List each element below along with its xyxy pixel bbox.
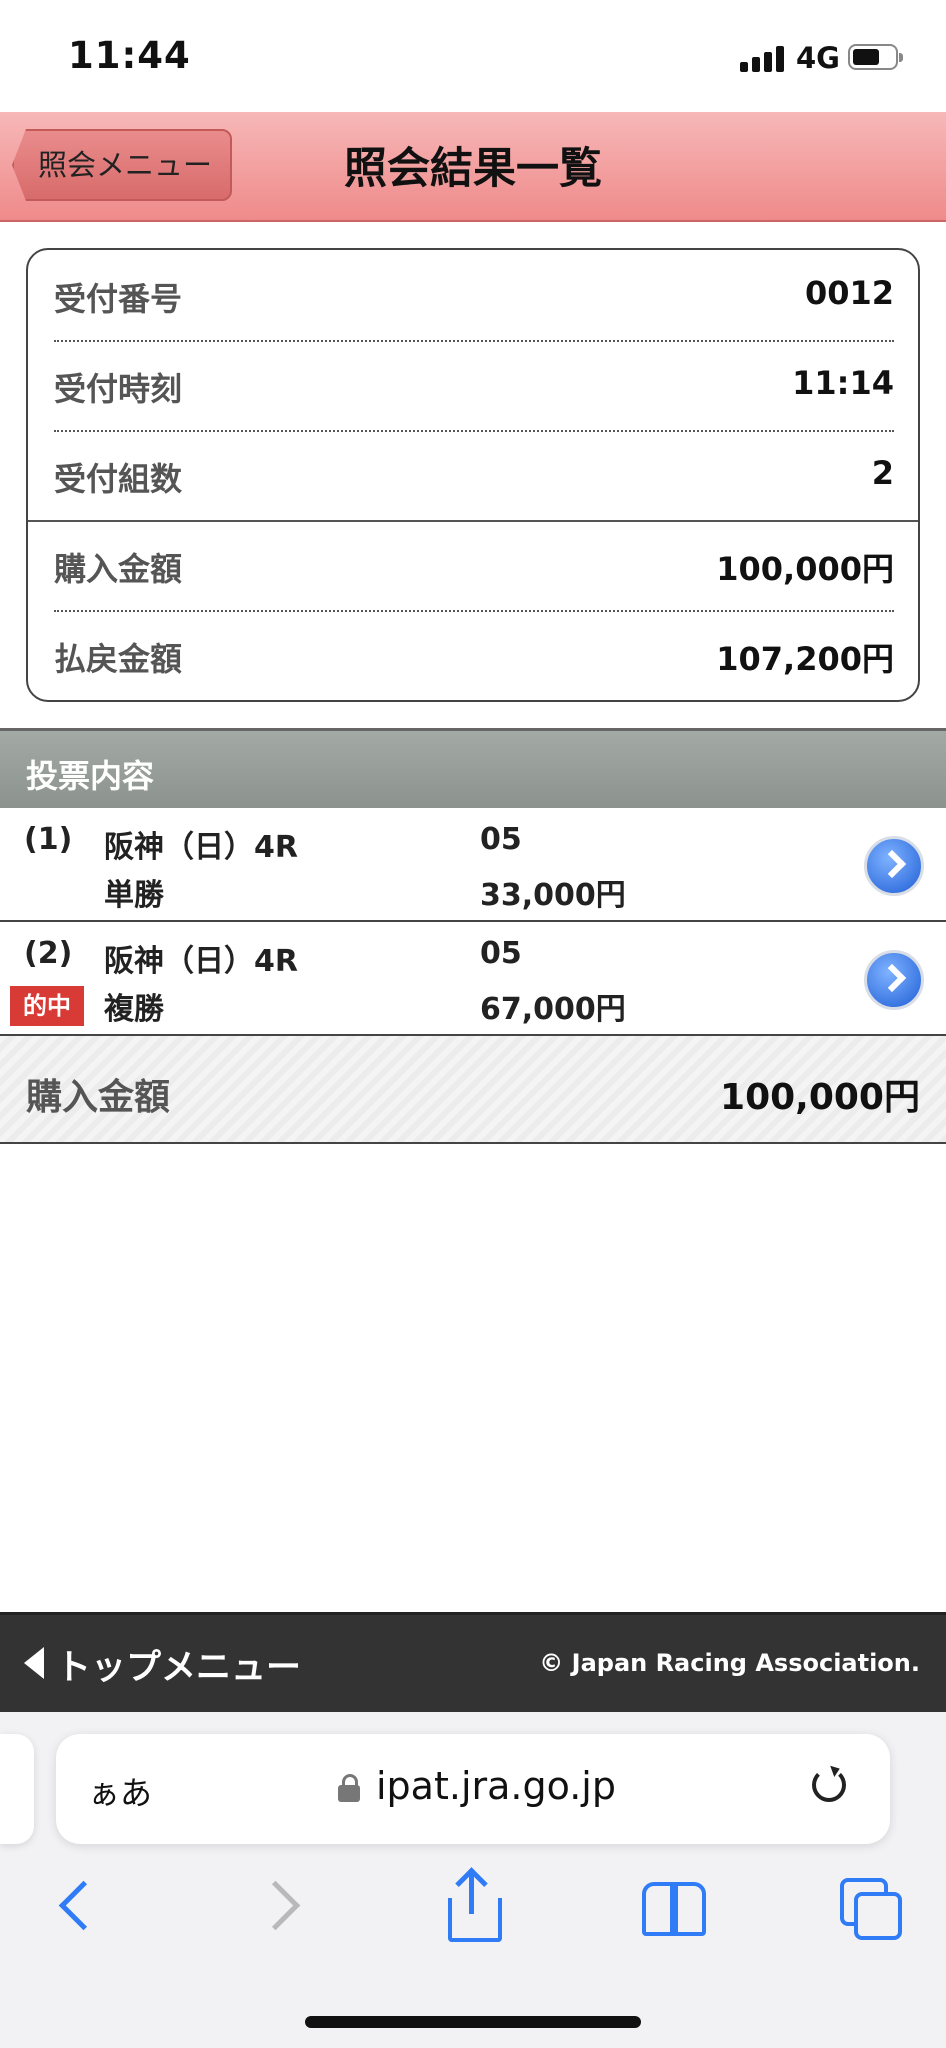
url-domain[interactable]: ipat.jra.go.jp bbox=[376, 1764, 616, 1808]
summary-row-payout-amount: 払戻金額 107,200円 bbox=[54, 610, 894, 700]
bet-type: 複勝 bbox=[104, 992, 164, 1027]
bet-horse-number: 05 bbox=[480, 822, 522, 857]
bet-row[interactable]: (2) 的中 阪神（日）4R 複勝 05 67,000円 bbox=[0, 922, 946, 1036]
summary-label: 受付組数 bbox=[54, 460, 183, 498]
total-label: 購入金額 bbox=[26, 1077, 171, 1118]
section-header: 投票内容 bbox=[0, 728, 946, 811]
home-indicator bbox=[305, 2016, 641, 2028]
summary-label: 払戻金額 bbox=[54, 640, 183, 678]
bet-amount: 33,000円 bbox=[480, 878, 626, 913]
reader-options-button[interactable]: ぁあ bbox=[88, 1768, 152, 1814]
summary-label: 受付時刻 bbox=[54, 370, 183, 408]
copyright: © Japan Racing Association. bbox=[539, 1649, 920, 1677]
chevron-right-icon[interactable] bbox=[864, 950, 924, 1010]
status-time: 11:44 bbox=[68, 34, 191, 77]
bet-amount: 67,000円 bbox=[480, 992, 626, 1027]
status-bar: 11:44 4G bbox=[0, 0, 946, 112]
address-bar[interactable]: ぁあ ipat.jra.go.jp bbox=[56, 1734, 890, 1844]
network-label: 4G bbox=[796, 41, 840, 75]
bet-number: (2) bbox=[24, 936, 73, 971]
chevron-right-icon[interactable] bbox=[864, 836, 924, 896]
hit-badge: 的中 bbox=[10, 986, 84, 1026]
triangle-left-icon[interactable] bbox=[24, 1647, 44, 1679]
signal-icon bbox=[740, 46, 786, 72]
summary-label: 受付番号 bbox=[54, 280, 183, 318]
bet-track: 阪神（日）4R bbox=[104, 944, 298, 979]
summary-row-set-count: 受付組数 2 bbox=[54, 430, 894, 520]
page-title: 照会結果一覧 bbox=[344, 144, 602, 194]
summary-value: 100,000円 bbox=[716, 550, 894, 588]
summary-row-purchase-amount: 購入金額 100,000円 bbox=[54, 520, 894, 610]
total-value: 100,000円 bbox=[720, 1077, 920, 1118]
share-icon[interactable] bbox=[438, 1867, 508, 1942]
battery-icon bbox=[848, 44, 903, 70]
previous-tab-edge[interactable] bbox=[0, 1734, 34, 1844]
summary-value: 11:14 bbox=[792, 364, 894, 402]
section-title: 投票内容 bbox=[26, 757, 155, 795]
back-arrow-icon[interactable] bbox=[40, 1870, 110, 1940]
total-row: 購入金額 100,000円 bbox=[0, 1036, 946, 1144]
page-header: 照会メニュー 照会結果一覧 bbox=[0, 112, 946, 222]
bet-horse-number: 05 bbox=[480, 936, 522, 971]
bet-type: 単勝 bbox=[104, 878, 164, 913]
summary-card: 受付番号 0012 受付時刻 11:14 受付組数 2 購入金額 100,000… bbox=[26, 248, 920, 702]
reload-icon[interactable] bbox=[812, 1768, 846, 1802]
tabs-icon[interactable] bbox=[834, 1870, 904, 1940]
summary-value: 0012 bbox=[804, 274, 894, 312]
bet-row[interactable]: (1) 阪神（日）4R 単勝 05 33,000円 bbox=[0, 808, 946, 922]
footer-bar: トップメニュー © Japan Racing Association. bbox=[0, 1612, 946, 1715]
browser-toolbar: ぁあ ipat.jra.go.jp bbox=[0, 1712, 946, 2048]
summary-label: 購入金額 bbox=[54, 550, 183, 588]
summary-value: 107,200円 bbox=[716, 640, 894, 678]
forward-arrow-icon[interactable] bbox=[248, 1870, 318, 1940]
summary-row-receipt-time: 受付時刻 11:14 bbox=[54, 340, 894, 430]
bet-track: 阪神（日）4R bbox=[104, 830, 298, 865]
summary-row-receipt-number: 受付番号 0012 bbox=[54, 250, 894, 340]
lock-icon bbox=[338, 1774, 360, 1802]
summary-value: 2 bbox=[871, 454, 894, 492]
bookmarks-icon[interactable] bbox=[636, 1870, 706, 1940]
bet-number: (1) bbox=[24, 822, 73, 857]
top-menu-link[interactable]: トップメニュー bbox=[56, 1639, 301, 1690]
